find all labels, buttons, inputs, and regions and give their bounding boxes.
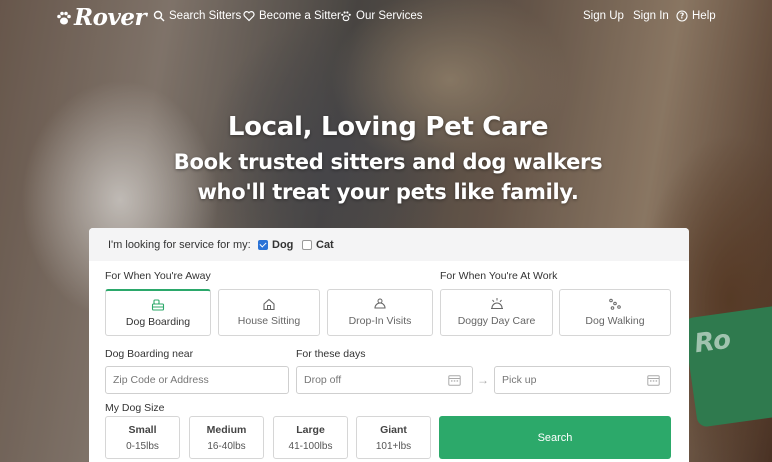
size-giant-range: 101+lbs [375,441,412,452]
search-icon [153,10,165,22]
dog-size-label: My Dog Size [105,402,165,414]
dog-checkbox-label[interactable]: Dog [272,239,293,251]
day-care-icon [490,298,503,309]
pickup-date-input[interactable] [494,366,671,394]
nav-become-sitter-label: Become a Sitter [259,10,341,22]
top-nav: Rover Search Sitters Become a Sitter Our… [0,0,772,34]
service-drop-in-visits-label: Drop-In Visits [348,315,412,327]
hero-subtitle-line1: Book trusted sitters and dog walkers [173,150,603,174]
logo-wordmark: Rover [74,4,147,31]
size-medium[interactable]: Medium 16-40lbs [189,416,264,459]
nav-search-sitters-label: Search Sitters [169,10,242,22]
size-large-name: Large [296,424,325,436]
dates-label: For these days [296,348,366,360]
calendar-icon[interactable] [448,374,461,386]
house-sitting-icon [263,298,275,311]
pet-prompt-label: I'm looking for service for my: [108,239,251,251]
nav-our-services[interactable]: Our Services [340,10,422,22]
hero-subtitle-line2: who'll treat your pets like family. [197,180,579,204]
help-icon: ? [676,10,688,22]
arrow-right-icon: → [477,373,489,387]
size-large[interactable]: Large 41-100lbs [273,416,348,459]
svg-text:?: ? [680,12,684,21]
nav-help-label: Help [692,10,716,22]
service-dog-boarding-label: Dog Boarding [125,316,191,328]
cat-checkbox-label[interactable]: Cat [316,239,334,251]
service-dog-walking-label: Dog Walking [585,315,645,327]
dog-walking-icon [609,298,621,310]
size-medium-range: 16-40lbs [207,441,246,452]
drop-in-icon [374,298,386,309]
search-panel: I'm looking for service for my: Dog Cat … [89,228,689,462]
service-doggy-day-care-label: Doggy Day Care [457,315,536,327]
paw-outline-icon [341,11,351,22]
size-small[interactable]: Small 0-15lbs [105,416,180,459]
service-dog-walking[interactable]: Dog Walking [559,289,671,336]
rover-logo[interactable]: Rover [56,4,147,31]
away-services-label: For When You're Away [105,270,211,282]
dog-boarding-icon [151,299,165,311]
size-large-range: 41-100lbs [288,441,333,452]
size-small-name: Small [128,424,157,436]
service-house-sitting[interactable]: House Sitting [218,289,320,336]
location-input[interactable] [105,366,289,394]
service-doggy-day-care[interactable]: Doggy Day Care [440,289,553,336]
nav-sign-up-label: Sign Up [583,10,624,22]
nav-search-sitters[interactable]: Search Sitters [153,10,241,22]
heart-icon [243,11,255,22]
shirt-logo-text: Ro [692,324,733,360]
dropoff-date-input[interactable] [296,366,473,394]
location-label: Dog Boarding near [105,348,194,360]
hero-title: Local, Loving Pet Care [227,112,549,142]
nav-sign-up[interactable]: Sign Up [583,10,624,22]
service-house-sitting-label: House Sitting [237,315,301,327]
pet-type-row: I'm looking for service for my: Dog Cat [89,228,689,261]
service-drop-in-visits[interactable]: Drop-In Visits [327,289,433,336]
work-services-label: For When You're At Work [440,270,558,282]
size-giant-name: Giant [380,424,407,436]
service-dog-boarding[interactable]: Dog Boarding [105,289,211,336]
cat-checkbox[interactable] [302,240,312,250]
nav-become-sitter[interactable]: Become a Sitter [243,10,341,22]
nav-help[interactable]: ? Help [676,10,716,22]
calendar-icon[interactable] [647,374,660,386]
dog-checkbox[interactable] [258,240,268,250]
nav-our-services-label: Our Services [356,10,423,22]
size-small-range: 0-15lbs [126,441,159,452]
nav-sign-in-label: Sign In [633,10,669,22]
search-button[interactable]: Search [439,416,671,459]
size-medium-name: Medium [206,424,247,436]
nav-sign-in[interactable]: Sign In [633,10,669,22]
size-giant[interactable]: Giant 101+lbs [356,416,431,459]
paw-icon [57,11,71,24]
rover-shirt-graphic: Ro [682,302,772,428]
